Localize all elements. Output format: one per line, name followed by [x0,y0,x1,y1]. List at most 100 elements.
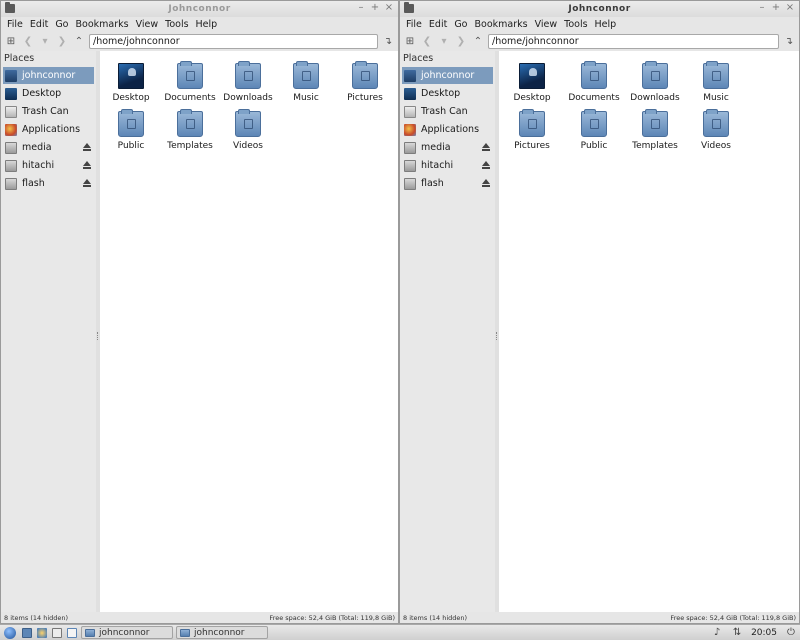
sidebar-item-hitachi[interactable]: hitachi [3,157,94,174]
sidebar-item-trash[interactable]: Trash Can [3,103,94,120]
maximize-button[interactable]: + [771,2,781,14]
menu-edit[interactable]: Edit [427,19,452,30]
applications-icon [5,123,17,136]
drive-icon [5,177,17,190]
file-item-templates[interactable]: Templates [626,109,684,155]
titlebar[interactable]: Johnconnor – + × [1,1,398,17]
history-dropdown-icon[interactable]: ▾ [38,35,52,49]
eject-icon[interactable] [83,143,91,151]
go-jump-icon[interactable]: ↴ [381,35,395,49]
menu-view[interactable]: View [134,19,164,30]
file-label: Music [703,93,729,103]
sidebar-item-johnconnor[interactable]: johnconnor [402,67,493,84]
clock[interactable]: 20:05 [751,628,777,638]
status-free-space: Free space: 52,4 GiB (Total: 119,8 GiB) [269,613,395,622]
sidebar-item-desktop[interactable]: Desktop [402,85,493,102]
eject-icon[interactable] [482,161,490,169]
status-free-space: Free space: 52,4 GiB (Total: 119,8 GiB) [670,613,796,622]
menu-bookmarks[interactable]: Bookmarks [74,19,134,30]
menu-go[interactable]: Go [452,19,472,30]
file-item-pictures[interactable]: Pictures [336,61,394,107]
public-folder-icon [118,109,144,137]
templates-folder-icon [177,109,203,137]
sidebar-item-johnconnor[interactable]: johnconnor [3,67,94,84]
sidebar-item-flash[interactable]: flash [3,175,94,192]
launch-file-manager-button[interactable] [20,626,33,639]
menu-edit[interactable]: Edit [28,19,53,30]
file-view[interactable]: Desktop Documents Downloads Music Pictur… [499,51,799,612]
sidebar-item-applications[interactable]: Applications [402,121,493,138]
sidebar-item-label: Desktop [22,88,62,99]
go-jump-icon[interactable]: ↴ [782,35,796,49]
parent-folder-icon[interactable]: ⌃ [72,35,86,49]
eject-icon[interactable] [83,161,91,169]
forward-arrow-icon[interactable]: ❯ [454,35,468,49]
sidebar-item-flash[interactable]: flash [402,175,493,192]
menu-help[interactable]: Help [593,19,622,30]
file-item-downloads[interactable]: Downloads [219,61,277,107]
volume-icon[interactable]: ♪ [711,627,723,638]
launch-browser-button[interactable] [35,626,48,639]
back-arrow-icon[interactable]: ❮ [21,35,35,49]
file-item-downloads[interactable]: Downloads [626,61,684,107]
file-item-public[interactable]: Public [102,109,160,155]
sidebar-item-applications[interactable]: Applications [3,121,94,138]
sidebar-item-media[interactable]: media [402,139,493,156]
launch-terminal-button[interactable] [50,626,63,639]
eject-icon[interactable] [482,143,490,151]
network-icon[interactable]: ⇅ [731,627,743,638]
sidebar-item-media[interactable]: media [3,139,94,156]
menu-file[interactable]: File [404,19,427,30]
eject-icon[interactable] [482,179,490,187]
file-item-desktop[interactable]: Desktop [102,61,160,107]
menu-go[interactable]: Go [53,19,73,30]
file-item-pictures[interactable]: Pictures [503,109,561,155]
minimize-button[interactable]: – [356,2,366,14]
back-arrow-icon[interactable]: ❮ [420,35,434,49]
menu-file[interactable]: File [5,19,28,30]
file-item-templates[interactable]: Templates [161,109,219,155]
parent-folder-icon[interactable]: ⌃ [471,35,485,49]
path-bar[interactable]: /home/johnconnor [488,34,779,49]
history-dropdown-icon[interactable]: ▾ [437,35,451,49]
file-item-music[interactable]: Music [277,61,335,107]
show-desktop-button[interactable] [65,626,78,639]
close-button[interactable]: × [785,2,795,14]
sidebar-item-hitachi[interactable]: hitachi [402,157,493,174]
menubar: File Edit Go Bookmarks View Tools Help [1,17,398,32]
taskbar-task-right-window[interactable]: johnconnor [176,626,268,639]
splitter-grip-icon [97,331,99,340]
file-label: Pictures [347,93,383,103]
close-button[interactable]: × [384,2,394,14]
file-view[interactable]: Desktop Documents Downloads Music Pictur… [100,51,398,612]
forward-arrow-icon[interactable]: ❯ [55,35,69,49]
file-manager-window-right[interactable]: Johnconnor – + × File Edit Go Bookmarks … [399,0,800,624]
menu-bookmarks[interactable]: Bookmarks [473,19,533,30]
taskbar-task-left-window[interactable]: johnconnor [81,626,173,639]
documents-folder-icon [177,61,203,89]
minimize-button[interactable]: – [757,2,767,14]
titlebar[interactable]: Johnconnor – + × [400,1,799,17]
file-label: Videos [701,141,731,151]
menu-help[interactable]: Help [194,19,223,30]
menu-tools[interactable]: Tools [562,19,592,30]
sidebar-item-desktop[interactable]: Desktop [3,85,94,102]
file-manager-window-left[interactable]: Johnconnor – + × File Edit Go Bookmarks … [0,0,399,624]
file-item-documents[interactable]: Documents [161,61,219,107]
sidebar-item-trash[interactable]: Trash Can [402,103,493,120]
file-item-videos[interactable]: Videos [687,109,745,155]
file-item-videos[interactable]: Videos [219,109,277,155]
start-menu-button[interactable] [2,626,18,639]
eject-icon[interactable] [83,179,91,187]
new-tab-icon[interactable]: ⊞ [403,35,417,49]
maximize-button[interactable]: + [370,2,380,14]
file-item-music[interactable]: Music [687,61,745,107]
file-item-desktop[interactable]: Desktop [503,61,561,107]
file-item-documents[interactable]: Documents [565,61,623,107]
power-icon[interactable]: ⏻ [785,627,797,638]
path-bar[interactable]: /home/johnconnor [89,34,378,49]
menu-tools[interactable]: Tools [163,19,193,30]
file-item-public[interactable]: Public [565,109,623,155]
new-tab-icon[interactable]: ⊞ [4,35,18,49]
menu-view[interactable]: View [533,19,563,30]
